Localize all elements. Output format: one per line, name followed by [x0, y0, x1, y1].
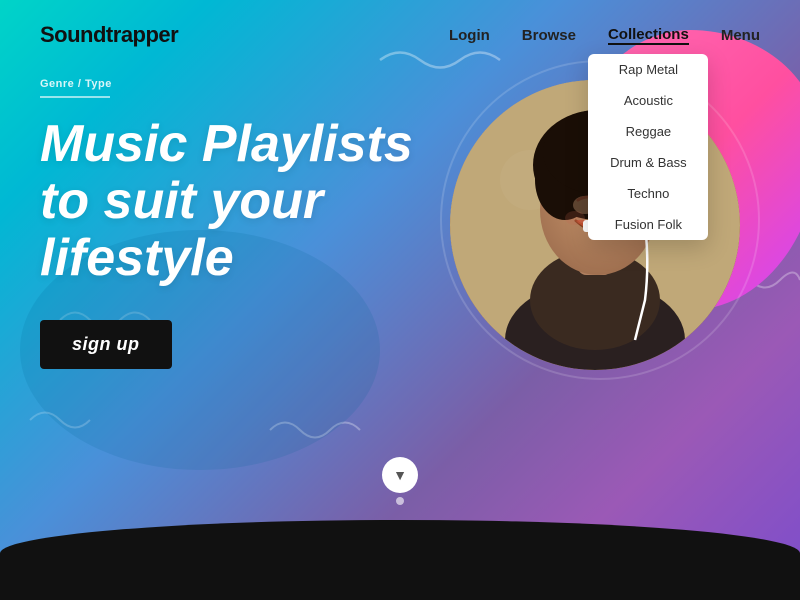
scroll-circle[interactable]: ▼ — [382, 457, 418, 493]
collections-dropdown-wrapper: Collections Rap Metal Acoustic Reggae Dr… — [608, 26, 689, 44]
dropdown-item-fusion-folk[interactable]: Fusion Folk — [588, 209, 708, 240]
dropdown-item-techno[interactable]: Techno — [588, 178, 708, 209]
breadcrumb-line — [40, 96, 110, 98]
dropdown-item-acoustic[interactable]: Acoustic — [588, 85, 708, 116]
nav-login[interactable]: Login — [449, 27, 490, 44]
dropdown-item-reggae[interactable]: Reggae — [588, 116, 708, 147]
dropdown-item-rap-metal[interactable]: Rap Metal — [588, 54, 708, 85]
hero-title: Music Playlists to suit your lifestyle — [40, 116, 460, 288]
bottom-wave — [0, 520, 800, 600]
scroll-down-icon: ▼ — [393, 467, 407, 483]
collections-dropdown-menu: Rap Metal Acoustic Reggae Drum & Bass Te… — [588, 54, 708, 240]
scroll-indicator[interactable]: ▼ — [382, 457, 418, 505]
nav-menu[interactable]: Menu — [721, 27, 760, 44]
nav-browse[interactable]: Browse — [522, 27, 576, 44]
page-wrapper: Soundtrapper Login Browse Collections Ra… — [0, 0, 800, 600]
scroll-dot — [396, 497, 404, 505]
nav: Login Browse Collections Rap Metal Acous… — [449, 26, 760, 44]
hero-title-line3: lifestyle — [40, 229, 234, 287]
dropdown-item-drum-bass[interactable]: Drum & Bass — [588, 147, 708, 178]
nav-collections[interactable]: Collections — [608, 26, 689, 45]
hero-title-line2: to suit your — [40, 172, 323, 230]
signup-button[interactable]: sign up — [40, 320, 172, 369]
header: Soundtrapper Login Browse Collections Ra… — [0, 0, 800, 48]
logo: Soundtrapper — [40, 22, 178, 48]
hero-title-line1: Music Playlists — [40, 115, 413, 173]
